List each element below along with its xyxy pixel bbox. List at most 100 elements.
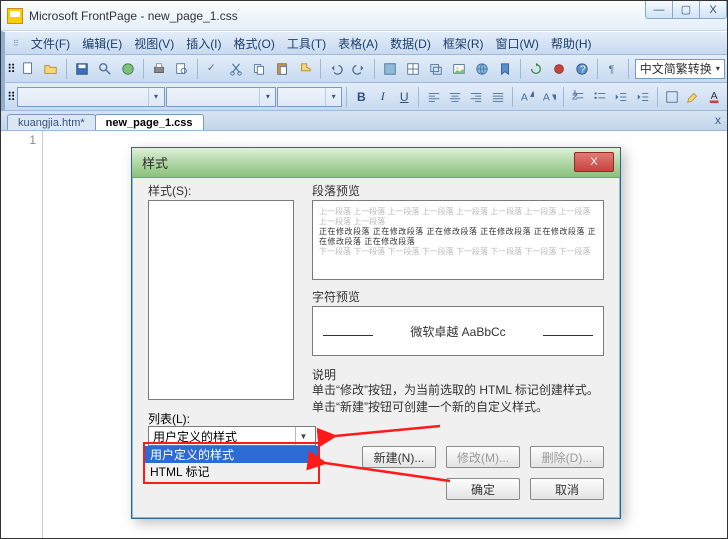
- delete-button[interactable]: 删除(D)...: [530, 446, 604, 468]
- redo-icon[interactable]: [348, 58, 370, 80]
- menu-frame[interactable]: 框架(R): [437, 32, 490, 55]
- titlebar: Microsoft FrontPage - new_page_1.css — ▢…: [1, 1, 727, 31]
- font-combo[interactable]: ▾: [166, 87, 277, 107]
- align-justify-icon[interactable]: [488, 86, 508, 108]
- paragraph-preview-label: 段落预览: [312, 182, 360, 199]
- modify-button[interactable]: 修改(M)...: [446, 446, 520, 468]
- save-icon[interactable]: [71, 58, 93, 80]
- borders-icon[interactable]: [662, 86, 682, 108]
- close-button[interactable]: X: [699, 1, 727, 19]
- styles-label: 样式(S):: [148, 182, 191, 199]
- picture-icon[interactable]: [448, 58, 470, 80]
- separator: [197, 59, 198, 79]
- bold-button[interactable]: B: [351, 86, 371, 108]
- chevron-down-icon: ▾: [716, 64, 720, 73]
- menu-data[interactable]: 数据(D): [384, 32, 437, 55]
- line-gutter: 1: [1, 131, 43, 538]
- tab-new-page-1-css[interactable]: new_page_1.css: [95, 114, 204, 130]
- table-icon[interactable]: [402, 58, 424, 80]
- chevron-down-icon: ▾: [325, 88, 341, 106]
- tab-kuangjia[interactable]: kuangjia.htm*: [7, 114, 96, 130]
- separator: [628, 59, 629, 79]
- print-icon[interactable]: [148, 58, 170, 80]
- highlight-icon[interactable]: [683, 86, 703, 108]
- chevron-down-icon: ▾: [148, 88, 164, 106]
- menu-tools[interactable]: 工具(T): [281, 32, 332, 55]
- styles-listbox[interactable]: [148, 200, 294, 400]
- open-icon[interactable]: [40, 58, 62, 80]
- dropdown-option-html-tag[interactable]: HTML 标记: [145, 463, 318, 480]
- grip-icon: ⠿: [7, 36, 25, 51]
- dialog-button-row-2: 确定 取消: [446, 478, 604, 500]
- paragraph-preview: 上一段落 上一段落 上一段落 上一段落 上一段落 上一段落 上一段落 上一段落 …: [312, 200, 604, 280]
- help-icon[interactable]: ?: [571, 58, 593, 80]
- menu-file[interactable]: 文件(F): [25, 32, 76, 55]
- copy-icon[interactable]: [248, 58, 270, 80]
- bookmark-icon[interactable]: [494, 58, 516, 80]
- close-tab-button[interactable]: x: [715, 113, 721, 127]
- bullets-icon[interactable]: [589, 86, 609, 108]
- menu-insert[interactable]: 插入(I): [180, 32, 227, 55]
- dialog-title: 样式: [132, 148, 620, 178]
- separator: [597, 59, 598, 79]
- size-combo[interactable]: ▾: [277, 87, 342, 107]
- hyperlink-icon[interactable]: [471, 58, 493, 80]
- paste-icon[interactable]: [271, 58, 293, 80]
- document-tabs: kuangjia.htm* new_page_1.css x: [1, 111, 727, 131]
- numbering-icon[interactable]: 12: [568, 86, 588, 108]
- stop-icon[interactable]: [548, 58, 570, 80]
- separator: [66, 59, 67, 79]
- menu-view[interactable]: 视图(V): [128, 32, 180, 55]
- standard-toolbar: ⠿ ✓ ? ¶ 中文简繁转换 ▾: [1, 55, 727, 83]
- menu-format[interactable]: 格式(O): [228, 32, 281, 55]
- show-all-icon[interactable]: ¶: [602, 58, 624, 80]
- ime-combo[interactable]: 中文简繁转换 ▾: [635, 59, 725, 79]
- character-preview-text: 微软卓越 AaBbCc: [410, 323, 505, 340]
- dropdown-option-user-defined[interactable]: 用户定义的样式: [145, 446, 318, 463]
- svg-text:A: A: [543, 91, 550, 103]
- style-combo[interactable]: ▾: [17, 87, 165, 107]
- separator: [563, 87, 564, 107]
- align-right-icon[interactable]: [466, 86, 486, 108]
- spell-icon[interactable]: ✓: [202, 58, 224, 80]
- line-number: 1: [1, 133, 36, 147]
- outdent-icon[interactable]: [611, 86, 631, 108]
- dropdown-popup: 用户定义的样式 HTML 标记: [143, 442, 320, 484]
- new-page-icon[interactable]: [17, 58, 39, 80]
- web-component-icon[interactable]: [379, 58, 401, 80]
- app-icon: [7, 8, 23, 24]
- dialog-body: 样式(S): 列表(L): 用户定义的样式 ▼ 用户定义的样式 HTML 标记 …: [140, 178, 612, 510]
- cancel-button[interactable]: 取消: [530, 478, 604, 500]
- menu-edit[interactable]: 编辑(E): [76, 32, 128, 55]
- separator: [374, 59, 375, 79]
- grip-icon: ⠿: [7, 90, 16, 104]
- align-left-icon[interactable]: [423, 86, 443, 108]
- menu-table[interactable]: 表格(A): [332, 32, 384, 55]
- preview-icon[interactable]: [171, 58, 193, 80]
- font-color-icon[interactable]: A: [705, 86, 725, 108]
- layer-icon[interactable]: [425, 58, 447, 80]
- separator: [520, 59, 521, 79]
- new-button[interactable]: 新建(N)...: [362, 446, 436, 468]
- minimize-button[interactable]: —: [645, 1, 673, 19]
- indent-icon[interactable]: [632, 86, 652, 108]
- separator: [320, 59, 321, 79]
- search-icon[interactable]: [94, 58, 116, 80]
- dialog-close-button[interactable]: X: [574, 152, 614, 172]
- maximize-button[interactable]: ▢: [672, 1, 700, 19]
- refresh-icon[interactable]: [525, 58, 547, 80]
- cut-icon[interactable]: [225, 58, 247, 80]
- menu-help[interactable]: 帮助(H): [545, 32, 598, 55]
- italic-button[interactable]: I: [373, 86, 393, 108]
- undo-icon[interactable]: [325, 58, 347, 80]
- menu-window[interactable]: 窗口(W): [490, 32, 545, 55]
- format-painter-icon[interactable]: [294, 58, 316, 80]
- preview-line: [323, 335, 373, 336]
- publish-icon[interactable]: [117, 58, 139, 80]
- underline-button[interactable]: U: [394, 86, 414, 108]
- ok-button[interactable]: 确定: [446, 478, 520, 500]
- font-grow-icon[interactable]: A▲: [517, 86, 537, 108]
- font-shrink-icon[interactable]: A▼: [539, 86, 559, 108]
- align-center-icon[interactable]: [445, 86, 465, 108]
- svg-text:2: 2: [572, 90, 578, 102]
